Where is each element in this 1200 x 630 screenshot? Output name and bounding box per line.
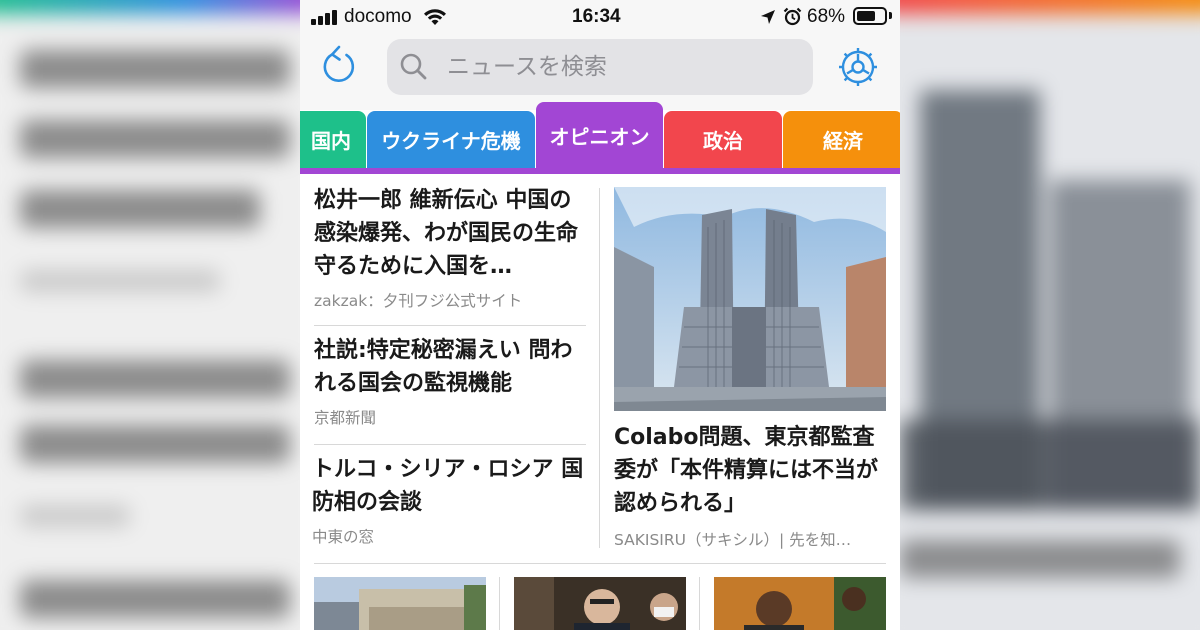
featured-article-title: Colabo問題、東京都監査委が「本件精算には不当が認められる」 [614, 425, 879, 516]
cellular-signal-icon [311, 9, 339, 25]
tab-politics[interactable]: 政治 [664, 111, 782, 168]
tab-opinion[interactable]: オピニオン [536, 102, 663, 168]
carrier-name: docomo [344, 6, 412, 27]
battery-cap [889, 12, 892, 19]
battery-percentage: 68% [807, 6, 846, 27]
battery-fill [857, 11, 875, 21]
phone-screen: docomo 16:34 68% ニュースを検索 国内 ウクライナ危機 オピニオ… [300, 0, 900, 630]
featured-article[interactable]: Colabo問題、東京都監査委が「本件精算には不当が認められる」 SAKISIR… [614, 187, 886, 550]
article-item[interactable]: トルコ・シリア・ロシア 国防相の会談 中東の窓 [312, 453, 584, 547]
thumbnail-image [714, 577, 886, 630]
search-icon [400, 53, 427, 80]
refresh-icon [323, 45, 355, 83]
battery-icon [853, 7, 887, 25]
article-source: 中東の窓 [312, 528, 375, 546]
tab-economy[interactable]: 経済 [783, 111, 900, 168]
article-title: トルコ・シリア・ロシア 国防相の会談 [312, 457, 584, 515]
wifi-icon [424, 9, 446, 25]
tab-label: 国内 [311, 129, 351, 153]
category-tabs: 国内 ウクライナ危機 オピニオン 政治 経済 [300, 102, 900, 174]
blurred-backdrop-left [0, 0, 300, 630]
tab-ukraine-crisis[interactable]: ウクライナ危機 [367, 111, 535, 168]
article-item[interactable]: 社説:特定秘密漏えい 問われる国会の監視機能 京都新聞 [314, 334, 586, 428]
blurred-backdrop-right [900, 0, 1200, 630]
search-bar[interactable] [387, 39, 813, 95]
column-divider [599, 188, 600, 548]
status-bar: docomo 16:34 68% [300, 0, 900, 34]
refresh-button[interactable] [320, 44, 360, 88]
featured-article-source: SAKISIRU（サキシル）| 先を知… [614, 531, 852, 549]
clock: 16:34 [572, 6, 621, 27]
article-title: 社説:特定秘密漏えい 問われる国会の監視機能 [314, 338, 573, 396]
tab-label: ウクライナ危機 [381, 129, 521, 153]
article-divider [314, 325, 586, 326]
settings-button[interactable] [836, 45, 880, 89]
section-divider [314, 563, 886, 564]
tab-domestic[interactable]: 国内 [300, 111, 366, 168]
article-item[interactable]: 松井一郎 維新伝心 中国の感染爆発、わが国民の生命守るために入国を… zakza… [314, 184, 586, 311]
tab-label: オピニオン [549, 124, 650, 149]
tab-label: 経済 [823, 129, 863, 153]
thumbnail-article[interactable] [314, 577, 486, 630]
thumbnail-article[interactable] [514, 577, 686, 630]
thumbnail-divider [499, 577, 500, 630]
thumbnail-image [514, 577, 686, 630]
article-source: zakzak：夕刊フジ公式サイト [314, 292, 523, 310]
tab-label: 政治 [703, 129, 743, 153]
thumbnail-image [314, 577, 486, 630]
location-arrow-icon [761, 10, 775, 24]
thumbnail-article[interactable] [714, 577, 886, 630]
alarm-clock-icon [783, 7, 802, 26]
article-source: 京都新聞 [314, 409, 377, 427]
article-divider [314, 444, 586, 445]
article-title: 松井一郎 維新伝心 中国の感染爆発、わが国民の生命守るために入国を… [314, 188, 579, 279]
gear-icon [839, 48, 877, 86]
thumbnail-divider [699, 577, 700, 630]
featured-article-image [614, 187, 886, 411]
news-feed: 松井一郎 維新伝心 中国の感染爆発、わが国民の生命守るために入国を… zakza… [300, 174, 900, 630]
search-input[interactable] [447, 39, 797, 95]
